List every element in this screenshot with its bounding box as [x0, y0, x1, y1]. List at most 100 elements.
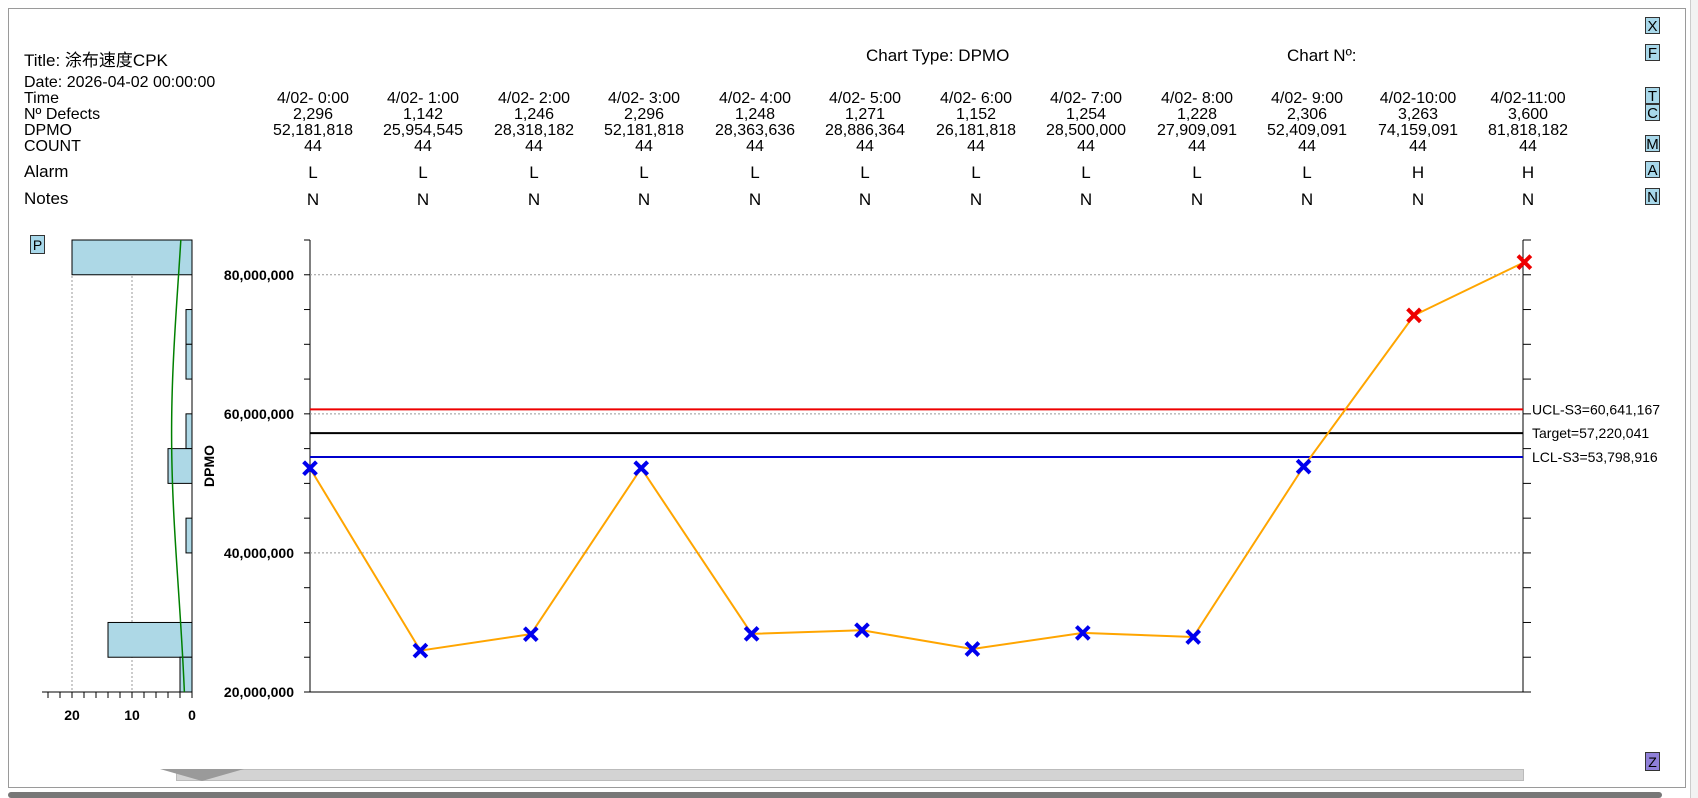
data-column: 4/02- 1:00 1,142 25,954,545 44 L N	[368, 90, 478, 209]
count-cell: 44	[1298, 138, 1316, 155]
count-cell: 44	[967, 138, 985, 155]
n-button[interactable]: N	[1645, 188, 1660, 206]
alarm-cell: L	[308, 163, 318, 182]
count-cell: 44	[525, 138, 543, 155]
count-cell: 44	[1188, 138, 1206, 155]
notes-cell: N	[1411, 190, 1425, 209]
time-cell: 4/02-11:00	[1490, 90, 1566, 107]
defects-cell: 2,296	[292, 106, 334, 123]
notes-cell: N	[1079, 190, 1093, 209]
c-button[interactable]: C	[1645, 104, 1660, 122]
time-cell: 4/02- 4:00	[718, 90, 792, 107]
count-cell: 44	[746, 138, 764, 155]
data-column: 4/02-10:00 3,263 74,159,091 44 H N	[1363, 90, 1473, 209]
t-button[interactable]: T	[1645, 87, 1660, 105]
time-cell: 4/02- 7:00	[1049, 90, 1123, 107]
dpmo-cell: 28,318,182	[493, 122, 575, 139]
data-column: 4/02-11:00 3,600 81,818,182 44 H N	[1473, 90, 1583, 209]
data-column: 4/02- 9:00 2,306 52,409,091 44 L N	[1252, 90, 1362, 209]
alarm-cell: L	[639, 163, 649, 182]
dpmo-cell: 28,500,000	[1045, 122, 1127, 139]
p-button[interactable]: P	[30, 235, 45, 254]
dpmo-cell: 28,363,636	[714, 122, 796, 139]
row-label-notes: Notes	[24, 189, 69, 208]
notes-cell: N	[1300, 190, 1314, 209]
notes-cell: N	[527, 190, 541, 209]
time-cell: 4/02- 9:00	[1270, 90, 1344, 107]
defects-cell: 1,152	[955, 106, 997, 123]
dpmo-cell: 28,886,364	[824, 122, 906, 139]
row-label-time: Time	[24, 90, 59, 107]
data-column: 4/02- 2:00 1,246 28,318,182 44 L N	[479, 90, 589, 209]
defects-cell: 2,306	[1286, 106, 1328, 123]
dpmo-cell: 81,818,182	[1487, 122, 1569, 139]
time-cell: 4/02- 5:00	[828, 90, 902, 107]
close-button[interactable]: X	[1645, 17, 1660, 35]
alarm-cell: L	[1081, 163, 1091, 182]
alarm-cell: L	[750, 163, 760, 182]
dpmo-cell: 52,181,818	[603, 122, 685, 139]
notes-cell: N	[969, 190, 983, 209]
alarm-cell: L	[1192, 163, 1202, 182]
notes-cell: N	[748, 190, 762, 209]
data-column: 4/02- 7:00 1,254 28,500,000 44 L N	[1031, 90, 1141, 209]
notes-cell: N	[306, 190, 320, 209]
alarm-cell: H	[1521, 163, 1535, 182]
data-column: 4/02- 8:00 1,228 27,909,091 44 L N	[1142, 90, 1252, 209]
data-column: 4/02- 4:00 1,248 28,363,636 44 L N	[700, 90, 810, 209]
time-cell: 4/02- 6:00	[939, 90, 1013, 107]
count-cell: 44	[1519, 138, 1537, 155]
count-cell: 44	[1077, 138, 1095, 155]
defects-cell: 1,254	[1065, 106, 1107, 123]
time-cell: 4/02- 0:00	[276, 90, 350, 107]
time-cell: 4/02-10:00	[1379, 90, 1457, 107]
window-bottom-scrollbar[interactable]	[8, 792, 1662, 798]
count-cell: 44	[856, 138, 874, 155]
f-button[interactable]: F	[1645, 44, 1660, 62]
scroll-handle-triangle[interactable]	[160, 769, 244, 781]
alarm-cell: H	[1411, 163, 1425, 182]
defects-cell: 1,142	[402, 106, 444, 123]
m-button[interactable]: M	[1645, 135, 1660, 153]
row-label-alarm: Alarm	[24, 162, 69, 181]
z-button[interactable]: Z	[1645, 752, 1660, 771]
time-cell: 4/02- 8:00	[1160, 90, 1234, 107]
alarm-cell: L	[860, 163, 870, 182]
dpmo-cell: 27,909,091	[1156, 122, 1238, 139]
count-cell: 44	[635, 138, 653, 155]
time-cell: 4/02- 1:00	[386, 90, 460, 107]
window-right-scrollbar[interactable]	[1690, 0, 1698, 798]
time-cell: 4/02- 2:00	[497, 90, 571, 107]
dpmo-cell: 52,181,818	[272, 122, 354, 139]
defects-cell: 3,263	[1397, 106, 1439, 123]
count-cell: 44	[414, 138, 432, 155]
horizontal-scrollbar[interactable]	[176, 769, 1524, 781]
defects-cell: 1,228	[1176, 106, 1218, 123]
alarm-cell: L	[971, 163, 981, 182]
defects-cell: 1,271	[844, 106, 886, 123]
chart-type: Chart Type: DPMO	[866, 46, 1010, 65]
data-column: 4/02- 0:00 2,296 52,181,818 44 L N	[258, 90, 368, 209]
data-column: 4/02- 5:00 1,271 28,886,364 44 L N	[810, 90, 920, 209]
count-cell: 44	[304, 138, 322, 155]
chart-number: Chart Nº:	[1287, 46, 1357, 65]
notes-cell: N	[637, 190, 651, 209]
notes-cell: N	[858, 190, 872, 209]
dpmo-cell: 74,159,091	[1377, 122, 1459, 139]
time-cell: 4/02- 3:00	[607, 90, 681, 107]
row-label-dpmo: DPMO	[24, 122, 72, 139]
notes-cell: N	[1190, 190, 1204, 209]
notes-cell: N	[1521, 190, 1535, 209]
defects-cell: 2,296	[623, 106, 665, 123]
chart-title: Title: 涂布速度CPK	[24, 51, 168, 70]
data-column: 4/02- 3:00 2,296 52,181,818 44 L N	[589, 90, 699, 209]
data-column: 4/02- 6:00 1,152 26,181,818 44 L N	[921, 90, 1031, 209]
dpmo-cell: 25,954,545	[382, 122, 464, 139]
count-cell: 44	[1409, 138, 1427, 155]
alarm-cell: L	[1302, 163, 1312, 182]
row-label-defects: Nº Defects	[24, 106, 101, 123]
dpmo-cell: 52,409,091	[1266, 122, 1348, 139]
notes-cell: N	[416, 190, 430, 209]
a-button[interactable]: A	[1645, 161, 1660, 179]
dpmo-cell: 26,181,818	[935, 122, 1017, 139]
